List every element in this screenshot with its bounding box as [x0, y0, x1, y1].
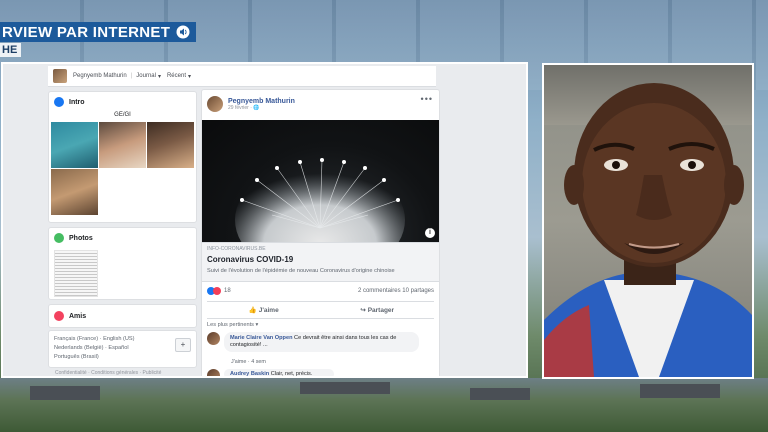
comment-text: Clair, net, précis.: [270, 371, 313, 377]
link-title[interactable]: Coronavirus COVID-19: [207, 255, 293, 264]
friends-icon: [54, 311, 64, 321]
banner-subtitle: HE: [2, 44, 18, 56]
chevron-down-icon: ▾: [157, 73, 161, 80]
like-button[interactable]: 👍 J'aime: [207, 306, 321, 314]
photos-card: Photos: [48, 227, 197, 300]
intro-tagline: GE/GI: [114, 112, 131, 118]
reactions-row: 18 2 commentaires 10 partages: [207, 285, 434, 297]
language-line[interactable]: Français (France) · English (US): [54, 336, 135, 342]
comment-meta[interactable]: J'aime · 4 sem: [231, 359, 266, 365]
more-options-icon[interactable]: •••: [421, 94, 433, 104]
friends-title[interactable]: Amis: [69, 313, 86, 320]
screen-share-window: Pegnyemb Mathurin | Journal ▾ Récent ▾ I…: [1, 62, 528, 378]
featured-photo[interactable]: [51, 122, 98, 168]
photos-icon: [54, 233, 64, 243]
link-description: Suivi de l'évolution de l'épidémie de no…: [207, 268, 395, 274]
chevron-down-icon: ▾: [187, 73, 191, 80]
post-date[interactable]: 29 février ·: [228, 105, 252, 111]
banner-title: RVIEW PAR INTERNET: [2, 23, 171, 41]
commenter-avatar[interactable]: [207, 369, 220, 376]
link-domain: INFO-CORONAVIRUS.BE: [207, 246, 266, 252]
comment-author[interactable]: Marie Claire Van Oppen: [230, 335, 292, 341]
topbar-profile-name[interactable]: Pegnyemb Mathurin: [73, 73, 127, 79]
featured-photo[interactable]: [147, 122, 194, 168]
globe-icon: 🌐: [253, 104, 260, 111]
footer-links[interactable]: Confidentialité · Conditions générales ·…: [55, 370, 161, 376]
featured-photos: [51, 122, 197, 218]
info-icon[interactable]: i: [425, 228, 435, 238]
friends-card: Amis: [48, 304, 197, 328]
webcam-feed: [542, 63, 754, 379]
profile-thumbnail[interactable]: [53, 69, 67, 83]
topbar-journal[interactable]: Journal: [136, 73, 156, 79]
share-label: Partager: [367, 307, 395, 314]
post-card: Pegnyemb Mathurin 29 février · 🌐 ••• i I…: [201, 89, 440, 377]
love-reaction-icon[interactable]: [213, 287, 221, 295]
language-line[interactable]: Nederlands (België) · Español: [54, 345, 129, 351]
intro-title: Intro: [69, 98, 85, 106]
commenter-avatar[interactable]: [207, 332, 220, 345]
share-button[interactable]: ↪ Partager: [321, 306, 435, 314]
post-author[interactable]: Pegnyemb Mathurin: [228, 98, 295, 105]
reaction-count[interactable]: 18: [224, 288, 231, 294]
like-label: J'aime: [258, 307, 279, 314]
add-language-button[interactable]: +: [175, 338, 191, 352]
comment-bubble: Marie Claire Van Oppen Ce devrait être a…: [224, 332, 419, 352]
link-preview[interactable]: INFO-CORONAVIRUS.BE Coronavirus COVID-19…: [202, 242, 439, 282]
featured-photo[interactable]: [51, 169, 98, 215]
person-video: [544, 83, 752, 377]
intro-card: Intro GE/GI: [48, 91, 197, 223]
comments-shares-count[interactable]: 2 commentaires 10 partages: [358, 288, 434, 294]
tv-banner: RVIEW PAR INTERNET: [0, 22, 197, 42]
comment-bubble: Audrey Baskin Clair, net, précis.: [224, 369, 334, 377]
globe-icon: [54, 97, 64, 107]
fb-profile-topbar: Pegnyemb Mathurin | Journal ▾ Récent ▾: [48, 66, 436, 87]
languages-card: Français (France) · English (US) Nederla…: [48, 330, 197, 368]
language-line[interactable]: Português (Brasil): [54, 354, 99, 360]
photos-title[interactable]: Photos: [69, 235, 93, 242]
topbar-recent[interactable]: Récent: [167, 73, 186, 79]
photo-thumbnail[interactable]: [54, 250, 98, 297]
thumbs-up-icon: 👍: [248, 307, 257, 314]
comment-author[interactable]: Audrey Baskin: [230, 371, 269, 376]
tv-subbanner: HE: [0, 43, 22, 57]
background-town: [0, 378, 768, 432]
dandelion-image: [235, 158, 405, 242]
sound-icon: [176, 25, 190, 39]
featured-photo[interactable]: [99, 122, 146, 168]
author-avatar[interactable]: [207, 96, 223, 112]
post-actions: 👍 J'aime ↪ Partager: [207, 301, 434, 319]
comment-sort-dropdown[interactable]: Les plus pertinents ▾: [207, 322, 258, 328]
share-icon: ↪: [360, 307, 366, 314]
post-link-image[interactable]: i: [202, 120, 439, 242]
